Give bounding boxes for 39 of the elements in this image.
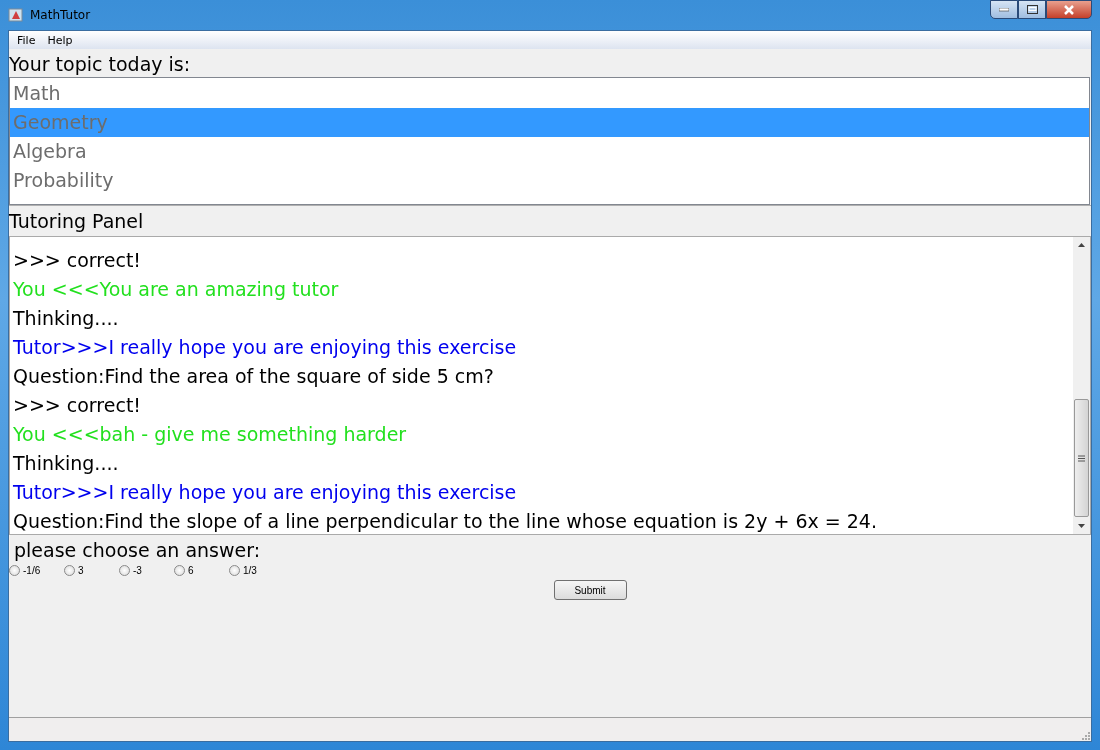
app-icon [8, 7, 24, 23]
resize-grip-icon[interactable] [1079, 729, 1091, 741]
chat-line: >>> correct! [12, 248, 142, 273]
minimize-icon [999, 7, 1009, 12]
chat-line: Question:Find the area of the square of side 5 cm? [12, 364, 495, 389]
chat-line: Tutor>>>I really hope you are enjoying this exercise [12, 480, 518, 505]
chat-line: Thinking.... [12, 451, 120, 476]
menu-item[interactable]: Help [41, 33, 79, 47]
radio-label: -1/6 [23, 564, 41, 576]
maximize-button[interactable] [1018, 0, 1046, 19]
chat-line: Thinking.... [12, 306, 120, 331]
radio-button[interactable] [174, 564, 185, 576]
radio-label: 6 [188, 564, 194, 576]
list-item[interactable]: Algebra [10, 137, 1089, 166]
menu-item[interactable]: File [11, 33, 42, 47]
radio-button[interactable] [229, 564, 240, 576]
topic-label: Your topic today is: [9, 52, 192, 77]
radio-button[interactable] [119, 564, 130, 576]
chat-line: Question:Find the slope of a line perpendicular to the line whose equation is 2y + 6x = 24. [12, 509, 878, 534]
radio-button[interactable] [9, 564, 20, 576]
radio-button[interactable] [64, 564, 75, 576]
list-item[interactable]: Math [10, 79, 1089, 108]
list-item[interactable]: Probability [10, 166, 1089, 195]
close-icon [1063, 4, 1075, 15]
radio-label: 3 [78, 564, 84, 576]
scroll-thumb[interactable] [1074, 399, 1089, 517]
scrollbar[interactable] [1073, 237, 1090, 534]
close-button[interactable] [1046, 0, 1092, 19]
radio-label: 1/3 [243, 564, 257, 576]
submit-button[interactable]: Submit [553, 580, 627, 600]
chat-line: You <<<You are an amazing tutor [12, 277, 340, 302]
maximize-icon [1026, 5, 1038, 14]
minimize-button[interactable] [990, 0, 1018, 19]
chat-line: >>> correct! [12, 393, 142, 418]
window-title: MathTutor [30, 8, 91, 22]
answer-prompt: please choose an answer: [13, 538, 262, 563]
chat-line: You <<<bah - give me something harder [12, 422, 408, 447]
radio-label: -3 [133, 564, 142, 576]
chat-line: Tutor>>>I really hope you are enjoying this exercise [12, 335, 518, 360]
